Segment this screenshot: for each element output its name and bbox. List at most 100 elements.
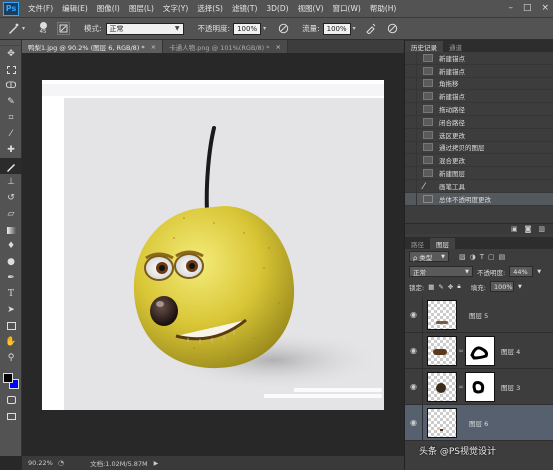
brush-preset-picker[interactable]: 45 [33, 20, 53, 38]
pen-tool-icon[interactable]: ✒ [0, 270, 22, 286]
history-item[interactable]: 混合更改 [405, 153, 553, 168]
close-tab-icon[interactable]: × [151, 43, 156, 51]
fill-input[interactable]: 100% [489, 281, 514, 292]
layer-row[interactable]: ◉ ∞ 图层 3 [405, 368, 553, 405]
opacity-dropdown-icon[interactable]: ▾ [263, 25, 266, 32]
brush-tool-icon[interactable] [0, 158, 22, 174]
tool-preset-arrow-icon[interactable]: ▾ [22, 25, 25, 32]
crop-tool-icon[interactable]: ⌗ [0, 110, 22, 126]
gradient-tool-icon[interactable] [0, 222, 22, 238]
visibility-eye-icon[interactable]: ◉ [405, 368, 423, 405]
fill-arrow-icon[interactable]: ▼ [518, 284, 522, 290]
eyedropper-tool-icon[interactable]: ⁄ [0, 126, 22, 142]
tab-document-cartoon[interactable]: 卡通人物.png @ 101%(RGB/8) * × [163, 40, 288, 53]
filter-pixel-icon[interactable]: ▨ [459, 253, 466, 261]
layer-mask-thumbnail[interactable] [465, 371, 495, 402]
history-item[interactable]: 选区更改 [405, 128, 553, 142]
brush-tool-icon[interactable] [6, 22, 20, 36]
screen-mode-icon[interactable] [0, 408, 22, 424]
menu-type[interactable]: 文字(Y) [163, 3, 188, 14]
healing-brush-tool-icon[interactable]: ✚ [0, 142, 22, 158]
history-item[interactable]: 新建锚点 [405, 89, 553, 104]
menu-help[interactable]: 帮助(H) [370, 3, 397, 14]
status-menu-icon[interactable]: ◔ [58, 459, 64, 467]
quick-selection-tool-icon[interactable]: ✎ [0, 94, 22, 110]
layer-filter-select[interactable]: ρ 类型 ▼ [409, 251, 449, 262]
trash-icon[interactable]: ▥ [538, 225, 545, 233]
flow-dropdown-icon[interactable]: ▾ [353, 25, 356, 32]
tab-channels[interactable]: 通道 [443, 41, 468, 52]
menu-select[interactable]: 选择(S) [197, 3, 223, 14]
canvas-area[interactable] [22, 53, 404, 456]
layer-mask-thumbnail[interactable] [465, 335, 495, 366]
mask-link-icon[interactable]: ∞ [457, 347, 465, 355]
history-item[interactable]: 新建图层 [405, 166, 553, 180]
quick-mask-icon[interactable] [0, 392, 22, 408]
history-item[interactable]: 拖动路径 [405, 102, 553, 116]
layer-row[interactable]: ◉ 图层 5 [405, 296, 553, 333]
layer-name[interactable]: 图层 4 [501, 346, 520, 356]
menu-filter[interactable]: 滤镜(T) [232, 3, 257, 14]
blur-tool-icon[interactable]: ♦ [0, 238, 22, 254]
menu-file[interactable]: 文件(F) [28, 3, 53, 14]
menu-edit[interactable]: 编辑(E) [62, 3, 88, 14]
lasso-tool-icon[interactable]: ↀ [0, 78, 22, 94]
history-brush-tool-icon[interactable]: ↺ [0, 190, 22, 206]
move-tool-icon[interactable]: ✥ [0, 46, 22, 62]
dodge-tool-icon[interactable]: ● [0, 254, 22, 270]
history-item[interactable]: ⁄ 画笔工具 [405, 179, 553, 193]
layer-row-selected[interactable]: ◉ 图层 6 [405, 404, 553, 441]
menu-layer[interactable]: 图层(L) [129, 3, 154, 14]
clone-stamp-tool-icon[interactable]: ⊥ [0, 174, 22, 190]
tab-layers[interactable]: 图层 [430, 238, 455, 249]
visibility-eye-icon[interactable]: ◉ [405, 404, 423, 441]
mask-link-icon[interactable]: ∞ [457, 383, 465, 391]
visibility-eye-icon[interactable]: ◉ [405, 332, 423, 369]
history-item[interactable]: 新建锚点 [405, 64, 553, 78]
foreground-color-swatch[interactable] [3, 373, 13, 383]
close-button[interactable]: × [541, 3, 549, 13]
marquee-tool-icon[interactable] [0, 62, 22, 78]
minimize-button[interactable]: – [508, 3, 513, 13]
close-tab-icon[interactable]: × [276, 43, 281, 51]
flow-input[interactable]: 100% [322, 22, 351, 35]
airbrush-icon[interactable] [364, 22, 378, 36]
type-tool-icon[interactable]: T [0, 286, 22, 302]
zoom-tool-icon[interactable]: ⚲ [0, 350, 22, 366]
opacity-arrow-icon[interactable]: ▼ [537, 269, 541, 275]
blend-mode-select[interactable]: 正常 ▼ [409, 266, 473, 277]
history-item[interactable]: 角拖移 [405, 77, 553, 91]
tab-history[interactable]: 历史记录 [405, 41, 443, 52]
opacity-input[interactable]: 100% [233, 22, 262, 35]
history-item[interactable]: 新建锚点 [405, 52, 553, 65]
menu-view[interactable]: 视图(V) [298, 3, 324, 14]
lock-all-icon[interactable]: 🔒︎ [457, 282, 460, 291]
pressure-opacity-icon[interactable] [276, 22, 290, 36]
tab-paths[interactable]: 路径 [405, 238, 430, 249]
mode-select[interactable]: 正常 ▼ [105, 22, 184, 35]
tab-document-pear[interactable]: 鸭梨1.jpg @ 90.2% (图层 6, RGB/8) * × [22, 40, 164, 53]
new-document-from-state-icon[interactable]: ▣ [511, 225, 518, 233]
eraser-tool-icon[interactable]: ▱ [0, 206, 22, 222]
layer-name[interactable]: 图层 3 [501, 382, 520, 392]
filter-type-icon[interactable]: T [480, 253, 484, 261]
snapshot-icon[interactable]: ◙ [525, 225, 532, 233]
lock-image-icon[interactable]: ✎ [438, 283, 443, 291]
layer-name[interactable]: 图层 5 [469, 310, 488, 320]
zoom-level[interactable]: 90.22% [28, 459, 58, 467]
visibility-eye-icon[interactable]: ◉ [405, 296, 423, 333]
lock-transparent-icon[interactable]: ▦ [428, 283, 434, 291]
menu-3d[interactable]: 3D(D) [266, 4, 288, 13]
filter-adjustment-icon[interactable]: ◑ [470, 253, 476, 261]
hand-tool-icon[interactable]: ✋ [0, 334, 22, 350]
brush-panel-icon[interactable] [57, 22, 71, 35]
pressure-size-icon[interactable] [386, 22, 400, 36]
layer-row[interactable]: ◉ ∞ 图层 4 [405, 332, 553, 369]
status-arrow-icon[interactable]: ▶ [154, 460, 159, 467]
document-canvas[interactable] [42, 80, 384, 410]
layer-name[interactable]: 图层 6 [469, 418, 488, 428]
shape-tool-icon[interactable] [0, 318, 22, 334]
history-item[interactable]: 通过拷贝的图层 [405, 141, 553, 155]
menu-window[interactable]: 窗口(W) [333, 3, 361, 14]
maximize-button[interactable]: □ [523, 3, 532, 13]
